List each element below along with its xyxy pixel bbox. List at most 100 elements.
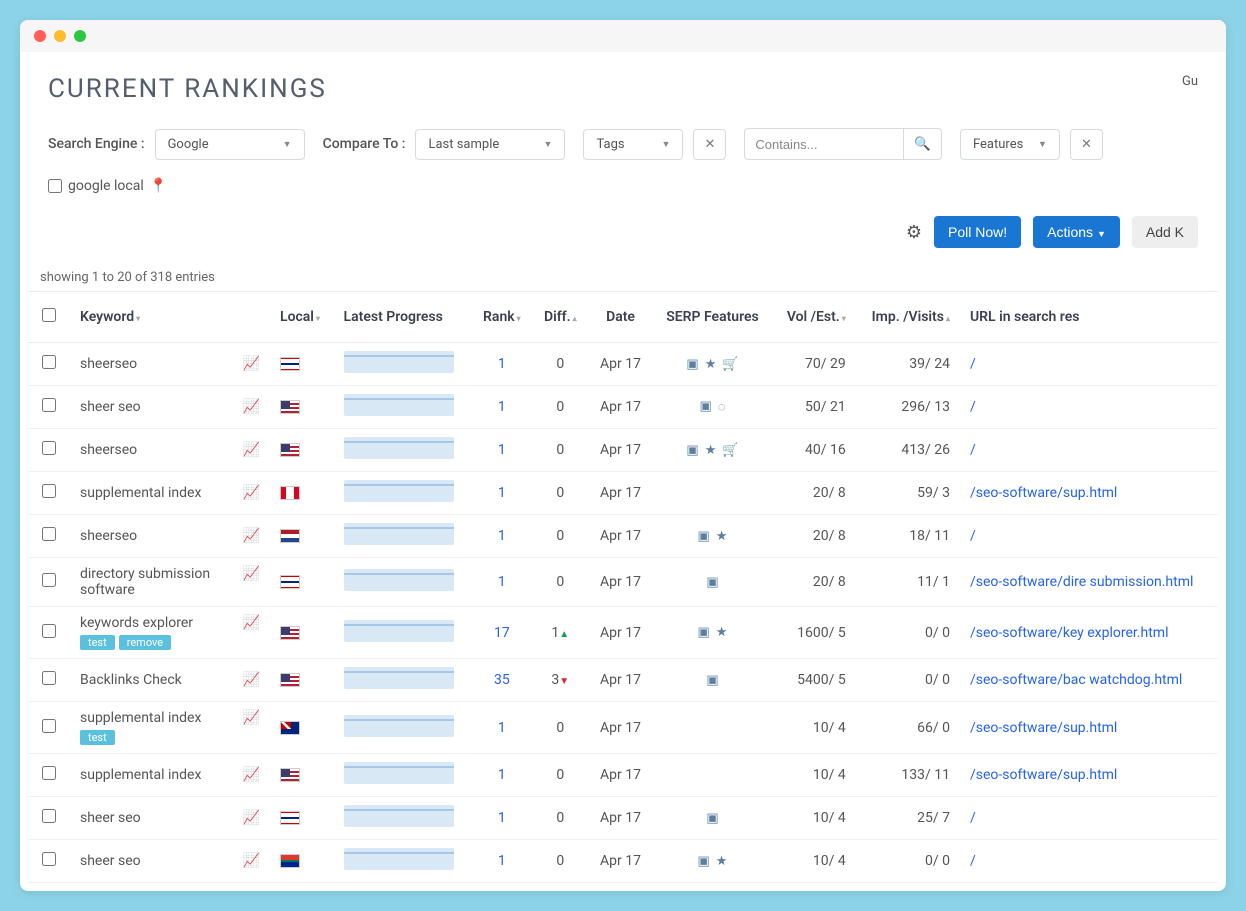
keyword-tag[interactable]: test <box>80 635 115 650</box>
imp-visits-value: 0/ 0 <box>925 625 950 641</box>
select-all-checkbox[interactable] <box>42 308 56 322</box>
row-checkbox[interactable] <box>42 355 56 369</box>
chart-icon: 📈 <box>243 485 260 501</box>
col-rank[interactable]: Rank▾ <box>471 292 532 343</box>
minimize-window-button[interactable] <box>54 30 66 42</box>
keyword-tag[interactable]: remove <box>119 635 171 650</box>
row-checkbox[interactable] <box>42 719 56 733</box>
imp-visits-value: 133/ 11 <box>901 767 950 783</box>
col-local[interactable]: Local▾ <box>270 292 334 343</box>
keyword-chart-button[interactable]: 📈 <box>243 399 260 415</box>
rank-value[interactable]: 1 <box>498 485 506 501</box>
rank-value[interactable]: 1 <box>498 528 506 544</box>
row-checkbox[interactable] <box>42 766 56 780</box>
flag-nl-icon <box>280 529 300 543</box>
tags-dropdown[interactable]: Tags ▼ <box>583 129 683 160</box>
chart-icon: 📈 <box>243 399 260 415</box>
keyword-chart-button[interactable]: 📈 <box>243 442 260 458</box>
col-keyword[interactable]: Keyword▾ <box>70 292 270 343</box>
url-link[interactable]: / <box>970 853 976 869</box>
keyword-chart-button[interactable]: 📈 <box>243 356 260 372</box>
features-clear-button[interactable]: ✕ <box>1070 129 1103 160</box>
date-value: Apr 17 <box>600 399 641 415</box>
rank-value[interactable]: 1 <box>498 853 506 869</box>
rank-value[interactable]: 1 <box>498 442 506 458</box>
url-link[interactable]: / <box>970 356 976 372</box>
rank-value[interactable]: 1 <box>498 356 506 372</box>
url-link[interactable]: /seo-software/sup.html <box>970 485 1117 501</box>
rank-value[interactable]: 1 <box>498 574 506 590</box>
row-checkbox[interactable] <box>42 441 56 455</box>
caret-down-icon: ▼ <box>662 139 671 150</box>
keyword-chart-button[interactable]: 📈 <box>243 767 260 783</box>
row-checkbox[interactable] <box>42 527 56 541</box>
diff-value: 0 <box>556 853 564 869</box>
sort-icon: ▾ <box>316 314 320 323</box>
vol-est-value: 20/ 8 <box>813 574 846 590</box>
col-date[interactable]: Date <box>588 292 653 343</box>
url-link[interactable]: / <box>970 528 976 544</box>
col-url[interactable]: URL in search res <box>960 292 1218 343</box>
keyword-chart-button[interactable]: 📈 <box>243 672 260 688</box>
rank-value[interactable]: 1 <box>498 720 506 736</box>
close-window-button[interactable] <box>34 30 46 42</box>
search-engine-dropdown[interactable]: Google ▼ <box>155 129 305 160</box>
row-checkbox[interactable] <box>42 852 56 866</box>
col-diff[interactable]: Diff.▴ <box>532 292 588 343</box>
col-progress[interactable]: Latest Progress <box>334 292 472 343</box>
url-link[interactable]: /seo-software/sup.html <box>970 720 1117 736</box>
flag-us-icon <box>280 626 300 640</box>
url-link[interactable]: / <box>970 399 976 415</box>
row-checkbox[interactable] <box>42 624 56 638</box>
col-serp[interactable]: SERP Features <box>653 292 772 343</box>
caret-down-icon: ▼ <box>1097 229 1106 239</box>
tags-clear-button[interactable]: ✕ <box>693 129 726 160</box>
rank-value[interactable]: 1 <box>498 399 506 415</box>
poll-now-button[interactable]: Poll Now! <box>934 216 1021 248</box>
keyword-chart-button[interactable]: 📈 <box>243 710 260 726</box>
google-local-toggle[interactable]: google local 📍 <box>48 178 167 194</box>
compare-dropdown[interactable]: Last sample ▼ <box>415 129 565 160</box>
img-icon: ▣ <box>706 811 718 826</box>
row-checkbox[interactable] <box>42 398 56 412</box>
diff-value: 0 <box>556 356 564 372</box>
keyword-chart-button[interactable]: 📈 <box>243 853 260 869</box>
url-link[interactable]: / <box>970 442 976 458</box>
row-checkbox[interactable] <box>42 809 56 823</box>
row-checkbox[interactable] <box>42 671 56 685</box>
features-dropdown[interactable]: Features ▼ <box>960 129 1060 160</box>
actions-dropdown-button[interactable]: Actions ▼ <box>1033 216 1120 248</box>
col-imp[interactable]: Imp. /Visits▴ <box>856 292 960 343</box>
rank-value[interactable]: 1 <box>498 810 506 826</box>
imp-visits-value: 11/ 1 <box>917 574 950 590</box>
keyword-chart-button[interactable]: 📈 <box>243 566 260 582</box>
imp-visits-value: 0/ 0 <box>925 672 950 688</box>
keyword-chart-button[interactable]: 📈 <box>243 485 260 501</box>
keyword-tag[interactable]: test <box>80 730 115 745</box>
imp-visits-value: 66/ 0 <box>917 720 950 736</box>
url-link[interactable]: /seo-software/key explorer.html <box>970 625 1169 641</box>
rank-value[interactable]: 17 <box>494 625 510 641</box>
url-link[interactable]: / <box>970 810 976 826</box>
rank-value[interactable]: 1 <box>498 767 506 783</box>
rank-value[interactable]: 35 <box>494 672 510 688</box>
keyword-text: supplemental index <box>80 767 201 783</box>
search-button[interactable]: 🔍 <box>904 128 942 160</box>
url-link[interactable]: /seo-software/dire submission.html <box>970 574 1193 590</box>
url-link[interactable]: /seo-software/sup.html <box>970 767 1117 783</box>
diff-value: 0 <box>556 485 564 501</box>
col-vol[interactable]: Vol /Est.▾ <box>772 292 856 343</box>
row-checkbox[interactable] <box>42 484 56 498</box>
settings-button[interactable]: ⚙ <box>906 222 922 243</box>
url-link[interactable]: /seo-software/bac watchdog.html <box>970 672 1182 688</box>
keyword-chart-button[interactable]: 📈 <box>243 615 260 631</box>
google-local-checkbox[interactable] <box>48 179 62 193</box>
keyword-chart-button[interactable]: 📈 <box>243 810 260 826</box>
vol-est-value: 10/ 4 <box>813 810 846 826</box>
row-checkbox[interactable] <box>42 573 56 587</box>
add-keywords-button[interactable]: Add K <box>1132 216 1198 248</box>
keyword-chart-button[interactable]: 📈 <box>243 528 260 544</box>
maximize-window-button[interactable] <box>74 30 86 42</box>
table-row: supplemental indextest📈10Apr 1710/ 466/ … <box>28 702 1218 754</box>
search-input[interactable] <box>744 128 904 160</box>
